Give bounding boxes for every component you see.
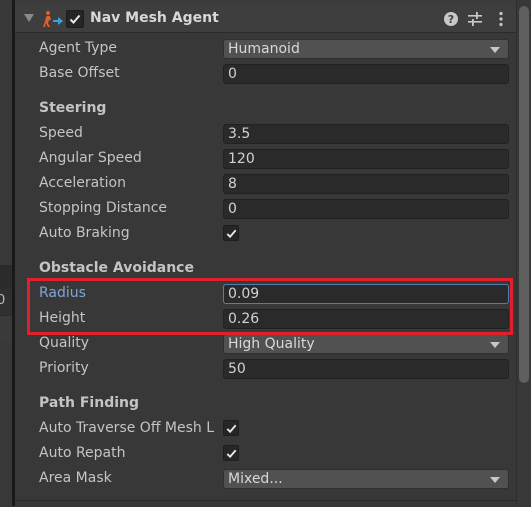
stopping-distance-row: Stopping Distance 0 xyxy=(15,197,516,222)
left-pane: 0 xyxy=(0,0,12,506)
nav-mesh-agent-icon xyxy=(43,11,63,27)
svg-text:?: ? xyxy=(448,13,454,26)
foldout-arrow-icon[interactable] xyxy=(24,14,34,22)
acceleration-input[interactable]: 8 xyxy=(223,174,509,194)
auto-braking-row: Auto Braking xyxy=(15,222,516,247)
auto-repath-checkbox[interactable] xyxy=(223,445,239,461)
stopping-distance-input[interactable]: 0 xyxy=(223,199,509,219)
checkmark-icon xyxy=(226,424,237,434)
auto-traverse-row: Auto Traverse Off Mesh L xyxy=(15,417,516,442)
auto-traverse-label: Auto Traverse Off Mesh L xyxy=(39,420,215,436)
quality-dropdown[interactable]: High Quality xyxy=(223,334,509,354)
height-label[interactable]: Height xyxy=(39,310,85,326)
agent-type-label: Agent Type xyxy=(39,40,118,56)
auto-braking-label: Auto Braking xyxy=(39,225,130,241)
speed-label[interactable]: Speed xyxy=(39,125,83,141)
stopping-distance-label[interactable]: Stopping Distance xyxy=(39,200,167,216)
help-icon[interactable]: ? xyxy=(442,10,460,28)
more-options-icon[interactable] xyxy=(492,10,510,28)
presets-icon[interactable] xyxy=(466,10,484,28)
auto-repath-label: Auto Repath xyxy=(39,445,126,461)
area-mask-label: Area Mask xyxy=(39,470,112,486)
left-pane-row xyxy=(0,265,12,289)
area-mask-value: Mixed... xyxy=(228,471,283,487)
auto-repath-row: Auto Repath xyxy=(15,442,516,467)
auto-braking-checkbox[interactable] xyxy=(223,225,239,241)
acceleration-row: Acceleration 8 xyxy=(15,172,516,197)
quality-value: High Quality xyxy=(228,336,315,352)
quality-label: Quality xyxy=(39,335,90,351)
area-mask-dropdown[interactable]: Mixed... xyxy=(223,469,509,489)
steering-header: Steering xyxy=(39,100,107,116)
scrollbar-thumb[interactable] xyxy=(519,6,529,383)
base-offset-label[interactable]: Base Offset xyxy=(39,65,120,81)
path-finding-section: Path Finding xyxy=(15,392,516,417)
height-row: Height 0.26 xyxy=(15,307,516,332)
component-header[interactable]: Nav Mesh Agent ? xyxy=(15,6,516,33)
dropdown-arrow-icon xyxy=(490,342,500,348)
left-pane-row xyxy=(0,316,12,341)
agent-type-row: Agent Type Humanoid xyxy=(15,37,516,62)
angular-speed-label[interactable]: Angular Speed xyxy=(39,150,142,166)
speed-input[interactable]: 3.5 xyxy=(223,124,509,144)
angular-speed-row: Angular Speed 120 xyxy=(15,147,516,172)
priority-label[interactable]: Priority xyxy=(39,360,89,376)
obstacle-avoidance-section: Obstacle Avoidance xyxy=(15,257,516,282)
checkmark-icon xyxy=(226,229,237,239)
acceleration-label[interactable]: Acceleration xyxy=(39,175,126,191)
path-finding-header: Path Finding xyxy=(39,395,140,411)
auto-traverse-checkbox[interactable] xyxy=(223,420,239,436)
angular-speed-input[interactable]: 120 xyxy=(223,149,509,169)
speed-row: Speed 3.5 xyxy=(15,122,516,147)
agent-type-dropdown[interactable]: Humanoid xyxy=(223,39,509,59)
steering-section: Steering xyxy=(15,97,516,122)
quality-row: Quality High Quality xyxy=(15,332,516,357)
base-offset-input[interactable]: 0 xyxy=(223,64,509,84)
area-mask-row: Area Mask Mixed... xyxy=(15,467,516,492)
checkmark-icon xyxy=(226,449,237,459)
dropdown-arrow-icon xyxy=(490,47,500,53)
component-enabled-checkbox[interactable] xyxy=(66,10,84,28)
obstacle-avoidance-header: Obstacle Avoidance xyxy=(39,260,194,276)
radius-input[interactable]: 0.09 xyxy=(223,284,509,304)
priority-input[interactable]: 50 xyxy=(223,359,509,379)
agent-type-value: Humanoid xyxy=(228,41,300,57)
component-title: Nav Mesh Agent xyxy=(90,10,219,26)
priority-row: Priority 50 xyxy=(15,357,516,382)
dropdown-arrow-icon xyxy=(490,477,500,483)
radius-label[interactable]: Radius xyxy=(39,285,86,301)
checkmark-icon xyxy=(69,14,81,24)
base-offset-row: Base Offset 0 xyxy=(15,62,516,87)
left-pane-value: 0 xyxy=(0,293,6,308)
height-input[interactable]: 0.26 xyxy=(223,309,509,329)
radius-row: Radius 0.09 xyxy=(15,282,516,307)
